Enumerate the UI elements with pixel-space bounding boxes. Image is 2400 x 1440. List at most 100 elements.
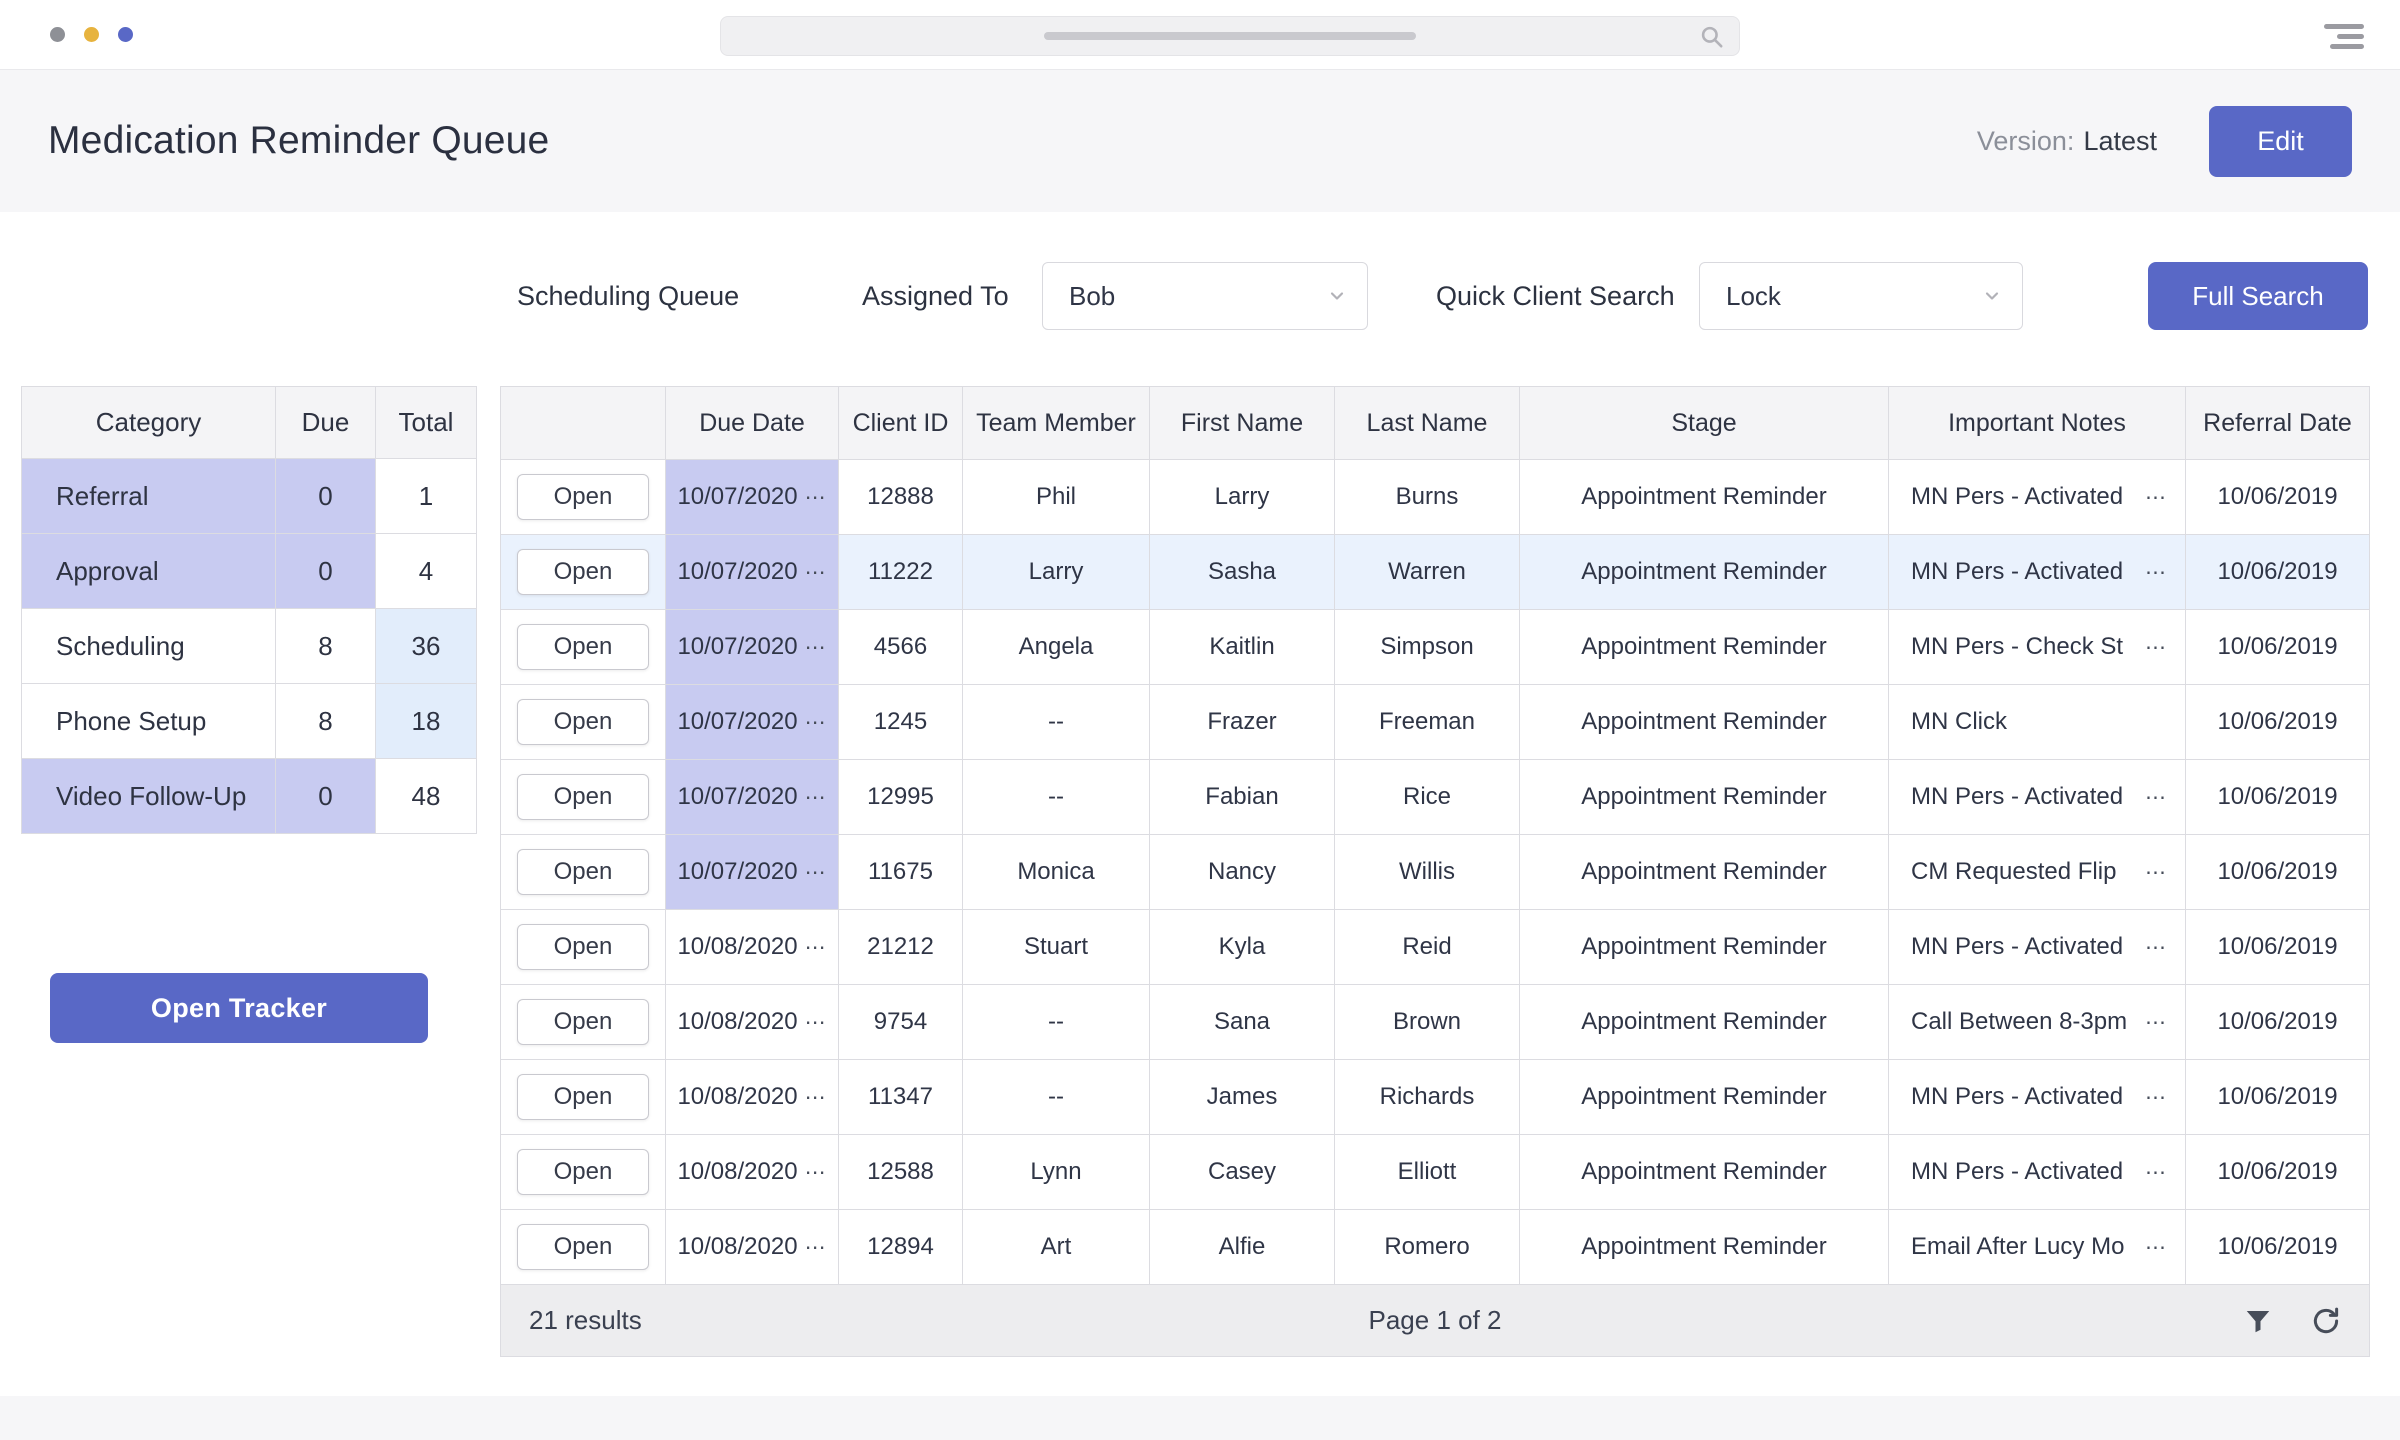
- queue-header-referral-date: Referral Date: [2185, 387, 2369, 459]
- client-id-cell: 9754: [838, 984, 962, 1059]
- first-name-cell: Nancy: [1149, 834, 1334, 909]
- team-member-cell: Phil: [962, 459, 1149, 534]
- summary-row[interactable]: Phone Setup 8 18: [22, 683, 476, 758]
- important-notes-cell: MN Click ⋯: [1888, 684, 2185, 759]
- referral-date-cell: 10/06/2019: [2185, 909, 2369, 984]
- client-id-value: 9754: [874, 1008, 927, 1036]
- open-row-button[interactable]: Open: [517, 1149, 649, 1195]
- open-button-cell: Open: [501, 459, 665, 534]
- summary-category-label: Referral: [56, 481, 148, 512]
- stage-value: Appointment Reminder: [1581, 933, 1826, 961]
- queue-header-last-name: Last Name: [1334, 387, 1519, 459]
- assigned-to-select[interactable]: Bob: [1042, 262, 1368, 330]
- team-member-value: Angela: [1019, 633, 1094, 661]
- client-id-value: 11675: [868, 858, 933, 886]
- queue-header-stage: Stage: [1519, 387, 1888, 459]
- first-name-value: Kyla: [1219, 933, 1266, 961]
- due-date-cell: 10/08/2020 ⋯: [665, 1059, 838, 1134]
- due-date-value: 10/07/2020: [677, 558, 797, 586]
- table-row[interactable]: Open 10/08/2020 ⋯ 9754 -- Sana Brown App…: [501, 984, 2369, 1059]
- open-row-button[interactable]: Open: [517, 699, 649, 745]
- summary-row[interactable]: Approval 0 4: [22, 533, 476, 608]
- client-id-cell: 21212: [838, 909, 962, 984]
- table-row[interactable]: Open 10/07/2020 ⋯ 4566 Angela Kaitlin Si…: [501, 609, 2369, 684]
- truncation-ellipsis-icon: ⋯: [2145, 785, 2167, 810]
- client-id-cell: 4566: [838, 609, 962, 684]
- due-date-value: 10/07/2020: [677, 783, 797, 811]
- version-value: Latest: [2083, 126, 2157, 156]
- summary-header-total: Total: [375, 387, 476, 458]
- edit-button[interactable]: Edit: [2209, 106, 2352, 177]
- last-name-value: Simpson: [1380, 633, 1473, 661]
- menu-icon[interactable]: [2324, 24, 2364, 48]
- referral-date-cell: 10/06/2019: [2185, 1209, 2369, 1284]
- important-notes-cell: MN Pers - Activated ⋯: [1888, 759, 2185, 834]
- summary-row[interactable]: Scheduling 8 36: [22, 608, 476, 683]
- summary-due-value: 8: [318, 631, 332, 662]
- truncation-ellipsis-icon: ⋯: [805, 635, 827, 660]
- first-name-value: James: [1207, 1083, 1278, 1111]
- open-row-button[interactable]: Open: [517, 624, 649, 670]
- open-row-button[interactable]: Open: [517, 1074, 649, 1120]
- client-id-value: 12894: [867, 1233, 934, 1261]
- table-row[interactable]: Open 10/07/2020 ⋯ 12995 -- Fabian Rice A…: [501, 759, 2369, 834]
- window-dot-purple[interactable]: [118, 27, 133, 42]
- queue-header-first-name: First Name: [1149, 387, 1334, 459]
- referral-date-cell: 10/06/2019: [2185, 759, 2369, 834]
- referral-date-cell: 10/06/2019: [2185, 984, 2369, 1059]
- client-id-value: 12995: [867, 783, 934, 811]
- open-tracker-button[interactable]: Open Tracker: [50, 973, 428, 1043]
- open-row-button[interactable]: Open: [517, 924, 649, 970]
- table-row[interactable]: Open 10/07/2020 ⋯ 1245 -- Frazer Freeman…: [501, 684, 2369, 759]
- client-id-cell: 11222: [838, 534, 962, 609]
- address-search-bar[interactable]: [720, 16, 1740, 56]
- client-id-value: 12588: [867, 1158, 934, 1186]
- assigned-to-value: Bob: [1069, 281, 1115, 312]
- assigned-to-label: Assigned To: [862, 262, 1009, 330]
- table-row[interactable]: Open 10/07/2020 ⋯ 11675 Monica Nancy Wil…: [501, 834, 2369, 909]
- notes-value: MN Pers - Activated: [1911, 783, 2123, 811]
- window-dot-yellow[interactable]: [84, 27, 99, 42]
- referral-date-cell: 10/06/2019: [2185, 534, 2369, 609]
- notes-value: MN Pers - Activated: [1911, 1083, 2123, 1111]
- table-row[interactable]: Open 10/08/2020 ⋯ 21212 Stuart Kyla Reid…: [501, 909, 2369, 984]
- stage-value: Appointment Reminder: [1581, 483, 1826, 511]
- summary-total-cell: 48: [375, 758, 476, 833]
- quick-client-search-select[interactable]: Lock: [1699, 262, 2023, 330]
- summary-row[interactable]: Referral 0 1: [22, 458, 476, 533]
- due-date-cell: 10/08/2020 ⋯: [665, 909, 838, 984]
- due-date-value: 10/08/2020: [677, 1083, 797, 1111]
- team-member-cell: Monica: [962, 834, 1149, 909]
- first-name-cell: Kaitlin: [1149, 609, 1334, 684]
- summary-due-cell: 8: [275, 608, 375, 683]
- stage-cell: Appointment Reminder: [1519, 834, 1888, 909]
- due-date-value: 10/07/2020: [677, 483, 797, 511]
- refresh-icon[interactable]: [2311, 1306, 2341, 1336]
- client-id-cell: 11347: [838, 1059, 962, 1134]
- filter-icon[interactable]: [2243, 1306, 2273, 1336]
- version-label: Version:: [1977, 126, 2075, 156]
- window-dot-gray[interactable]: [50, 27, 65, 42]
- full-search-button[interactable]: Full Search: [2148, 262, 2368, 330]
- summary-row[interactable]: Video Follow-Up 0 48: [22, 758, 476, 833]
- table-row[interactable]: Open 10/08/2020 ⋯ 12894 Art Alfie Romero…: [501, 1209, 2369, 1284]
- open-row-button[interactable]: Open: [517, 1224, 649, 1270]
- truncation-ellipsis-icon: ⋯: [2145, 1010, 2167, 1035]
- truncation-ellipsis-icon: ⋯: [2145, 1160, 2167, 1185]
- table-row[interactable]: Open 10/07/2020 ⋯ 12888 Phil Larry Burns…: [501, 459, 2369, 534]
- due-date-cell: 10/07/2020 ⋯: [665, 684, 838, 759]
- open-row-button[interactable]: Open: [517, 474, 649, 520]
- open-row-button[interactable]: Open: [517, 549, 649, 595]
- stage-cell: Appointment Reminder: [1519, 1059, 1888, 1134]
- table-row[interactable]: Open 10/07/2020 ⋯ 11222 Larry Sasha Warr…: [501, 534, 2369, 609]
- first-name-cell: Sasha: [1149, 534, 1334, 609]
- open-row-button[interactable]: Open: [517, 849, 649, 895]
- table-row[interactable]: Open 10/08/2020 ⋯ 12588 Lynn Casey Ellio…: [501, 1134, 2369, 1209]
- window-controls: [50, 27, 133, 42]
- page-indicator: Page 1 of 2: [1369, 1305, 1502, 1336]
- table-row[interactable]: Open 10/08/2020 ⋯ 11347 -- James Richard…: [501, 1059, 2369, 1134]
- due-date-cell: 10/08/2020 ⋯: [665, 1134, 838, 1209]
- open-row-button[interactable]: Open: [517, 999, 649, 1045]
- search-icon[interactable]: [1699, 24, 1725, 50]
- open-row-button[interactable]: Open: [517, 774, 649, 820]
